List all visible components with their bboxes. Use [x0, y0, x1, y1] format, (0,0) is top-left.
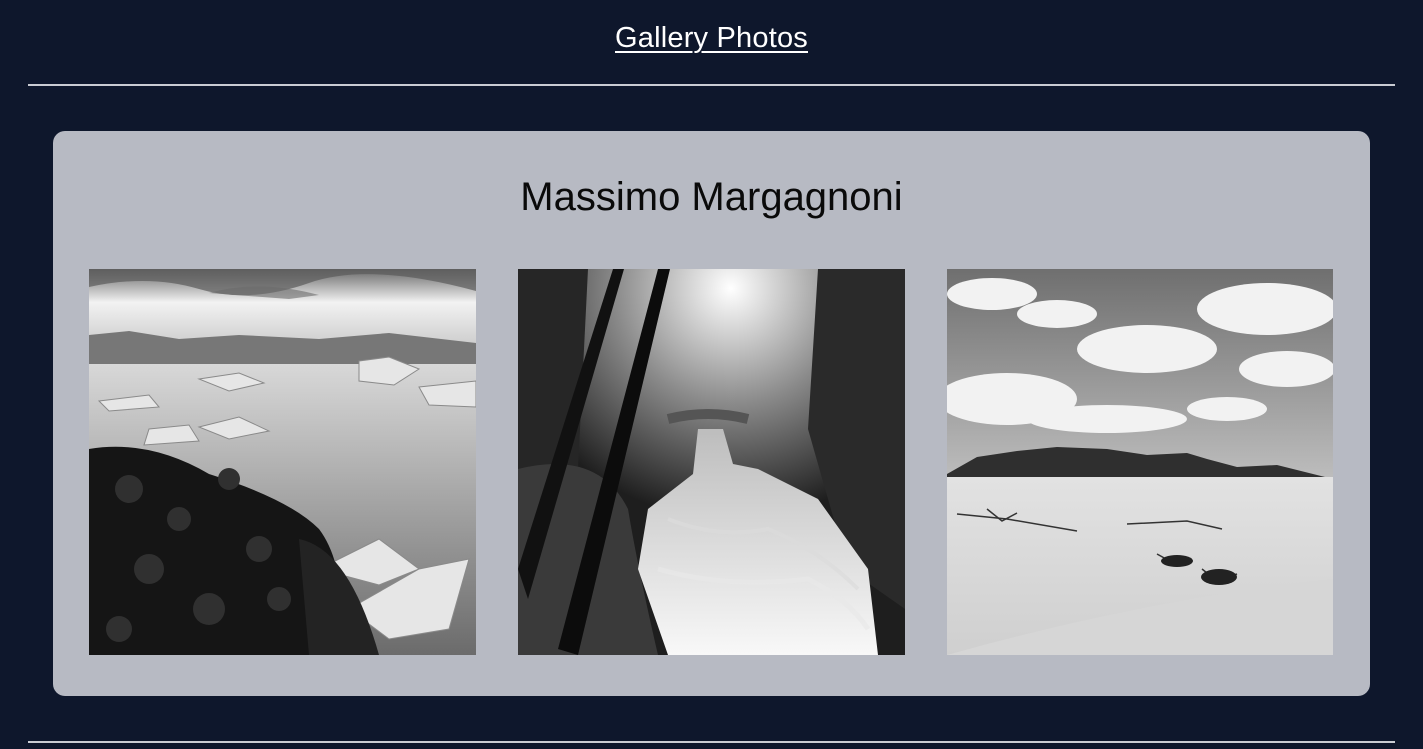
footer-divider [28, 741, 1395, 743]
header-divider [28, 84, 1395, 86]
gallery-photo-lake[interactable] [89, 269, 476, 655]
site-header: Gallery Photos [0, 0, 1423, 84]
gallery-photo-waterfall[interactable] [518, 269, 905, 655]
gallery-photo-desert[interactable] [947, 269, 1333, 655]
photographer-name: Massimo Margagnoni [520, 175, 903, 219]
gallery-photos-link[interactable]: Gallery Photos [615, 22, 808, 55]
